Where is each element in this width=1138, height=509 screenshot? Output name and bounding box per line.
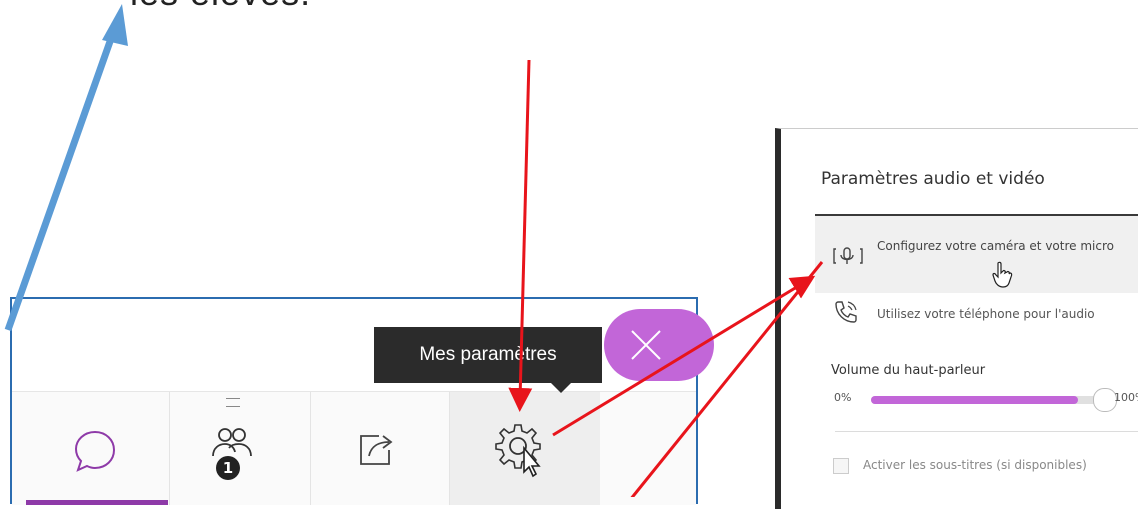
red-line	[630, 261, 824, 497]
active-tab-indicator	[26, 500, 168, 505]
blue-arrowhead	[102, 4, 128, 46]
red-arrow-to-settings	[508, 59, 533, 412]
annotation-arrows	[4, 4, 824, 497]
red-arrow-to-configure	[552, 275, 816, 437]
blue-arrow	[4, 31, 117, 332]
